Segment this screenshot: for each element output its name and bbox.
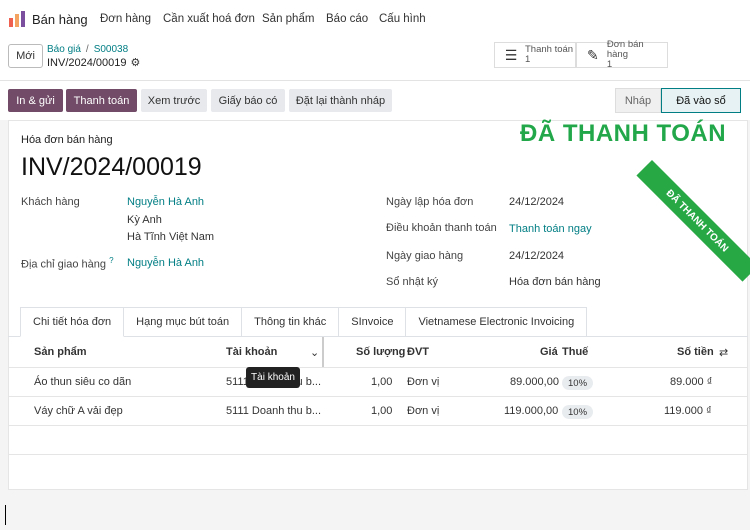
payments-label: Thanh toán: [525, 44, 574, 55]
breadcrumb-current-wrap: INV/2024/00019 ⚙: [47, 56, 141, 70]
column-resize-handle[interactable]: [322, 337, 324, 367]
payment-terms-value[interactable]: Thanh toán ngay: [509, 223, 592, 235]
status-draft[interactable]: Nháp: [615, 88, 661, 113]
customer-address-line2: Hà Tĩnh Việt Nam: [127, 231, 215, 243]
preview-button[interactable]: Xem trước: [141, 89, 207, 112]
account-tooltip: Tài khoản: [246, 367, 300, 388]
gear-icon[interactable]: ⚙: [131, 56, 141, 69]
nav-item-configuration[interactable]: Cấu hình: [379, 13, 426, 25]
payments-smart-button[interactable]: ☰ Thanh toán 1: [494, 42, 576, 68]
credit-note-button[interactable]: Giấy báo có: [211, 89, 285, 112]
help-icon[interactable]: ?: [109, 256, 113, 265]
tab-other-info[interactable]: Thông tin khác: [242, 307, 340, 337]
delivery-address-link[interactable]: Nguyễn Hà Anh: [127, 257, 204, 269]
table-row-divider: [8, 396, 748, 397]
row1-product[interactable]: Áo thun siêu co dãn: [34, 376, 131, 388]
send-print-button[interactable]: In & gửi: [8, 89, 63, 112]
row2-quantity[interactable]: 1,00: [371, 405, 392, 417]
row2-amount: 119.000 ₫: [664, 405, 712, 417]
top-navbar: Bán hàng Đơn hàng Cần xuất hoá đơn Sản p…: [0, 0, 750, 38]
col-header-account[interactable]: Tài khoản: [226, 346, 277, 358]
journal-label: Sổ nhật ký: [386, 276, 438, 288]
reset-to-draft-button[interactable]: Đặt lại thành nháp: [289, 89, 392, 112]
payments-count: 1: [525, 54, 531, 65]
tab-journal-items[interactable]: Hạng mục bút toán: [124, 307, 243, 337]
app-name[interactable]: Bán hàng: [32, 12, 88, 27]
tab-sinvoice[interactable]: SInvoice: [339, 307, 407, 337]
sale-orders-smart-button[interactable]: ✎ Đơn bán hàng 1: [576, 39, 668, 70]
row1-price[interactable]: 89.000,00: [510, 376, 559, 388]
tab-invoice-lines[interactable]: Chi tiết hóa đơn: [20, 307, 125, 337]
row1-tax-badge[interactable]: 10%: [562, 376, 594, 390]
column-settings-icon[interactable]: ⇄: [719, 346, 728, 359]
delivery-address-label: Địa chỉ giao hàng ?: [21, 256, 114, 271]
row2-uom[interactable]: Đơn vị: [407, 405, 439, 417]
invoice-date-value[interactable]: 24/12/2024: [509, 196, 564, 208]
row2-tax-badge[interactable]: 10%: [562, 405, 594, 419]
status-bar: Nháp Đã vào sổ: [615, 88, 741, 113]
new-button[interactable]: Mới: [8, 44, 43, 68]
edit-icon: ✎: [587, 46, 599, 63]
sale-orders-count: 1: [606, 59, 613, 70]
breadcrumb-current: INV/2024/00019: [47, 56, 127, 69]
nav-item-products[interactable]: Sản phẩm: [262, 13, 314, 25]
payment-terms-label: Điều khoản thanh toán: [386, 222, 497, 234]
text-cursor: [5, 505, 6, 525]
sales-app-icon[interactable]: [8, 10, 26, 28]
breadcrumb-separator: /: [85, 44, 89, 55]
delivery-date-value[interactable]: 24/12/2024: [509, 250, 564, 262]
paid-stamp: ĐÃ THANH TOÁN: [520, 120, 727, 147]
sale-orders-label: Đơn bán hàng: [606, 39, 644, 60]
customer-address-line1: Kỳ Anh: [127, 214, 162, 226]
customer-name-link[interactable]: Nguyễn Hà Anh: [127, 196, 204, 208]
tab-vn-einvoicing[interactable]: Vietnamese Electronic Invoicing: [406, 307, 588, 337]
col-header-uom[interactable]: ĐVT: [407, 346, 429, 358]
journal-value[interactable]: Hóa đơn bán hàng: [509, 276, 601, 288]
invoice-date-label: Ngày lập hóa đơn: [386, 196, 474, 208]
notebook-tabs: Chi tiết hóa đơn Hạng mục bút toán Thông…: [20, 307, 588, 337]
table-row-divider: [8, 367, 748, 368]
invoice-type: Hóa đơn bán hàng: [21, 134, 113, 146]
row2-price[interactable]: 119.000,00: [504, 405, 558, 417]
col-header-price[interactable]: Giá: [540, 346, 558, 358]
col-header-amount[interactable]: Số tiền: [677, 346, 714, 358]
nav-item-to-invoice[interactable]: Cần xuất hoá đơn: [163, 13, 255, 25]
breadcrumb: Báo giá / S00038: [47, 44, 128, 55]
chevron-down-icon[interactable]: ⌄: [310, 346, 319, 359]
table-row-divider: [8, 425, 748, 426]
row2-account[interactable]: 5111 Doanh thu b...: [226, 405, 321, 417]
register-payment-button[interactable]: Thanh toán: [66, 89, 137, 112]
nav-item-reporting[interactable]: Báo cáo: [326, 13, 368, 25]
row1-quantity[interactable]: 1,00: [371, 376, 392, 388]
table-row-divider: [8, 454, 748, 455]
col-header-tax[interactable]: Thuế: [562, 346, 588, 358]
col-header-product[interactable]: Sản phẩm: [34, 346, 87, 358]
list-icon: ☰: [504, 46, 518, 63]
col-header-quantity[interactable]: Số lượng: [356, 346, 405, 358]
status-posted[interactable]: Đã vào sổ: [661, 88, 741, 113]
breadcrumb-parent[interactable]: Báo giá: [47, 44, 81, 55]
invoice-number: INV/2024/00019: [21, 153, 202, 181]
row1-amount: 89.000 ₫: [670, 376, 713, 388]
breadcrumb-parent-ref[interactable]: S00038: [94, 44, 128, 55]
header-divider: [0, 80, 750, 81]
nav-item-orders[interactable]: Đơn hàng: [100, 13, 151, 25]
customer-label: Khách hàng: [21, 196, 80, 208]
row1-uom[interactable]: Đơn vị: [407, 376, 439, 388]
delivery-date-label: Ngày giao hàng: [386, 250, 464, 262]
row2-product[interactable]: Váy chữ A vải đẹp: [34, 405, 123, 417]
